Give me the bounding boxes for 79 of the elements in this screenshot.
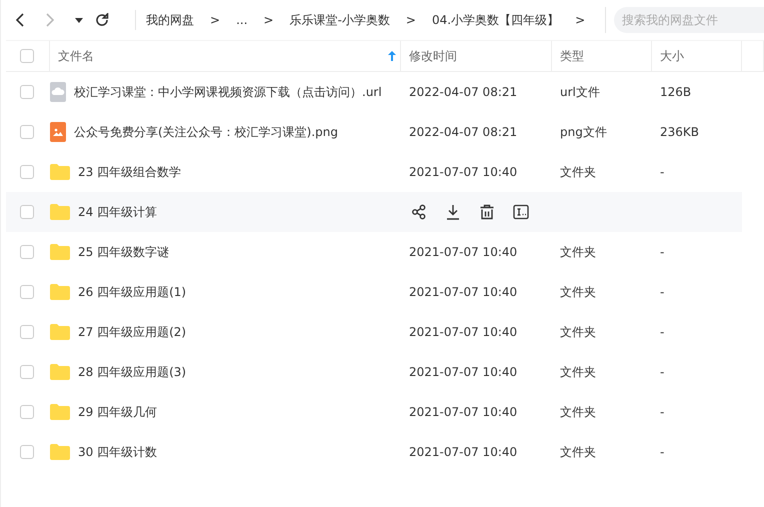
modified-time: 2021-07-07 10:40 xyxy=(408,245,518,259)
row-checkbox[interactable] xyxy=(20,325,34,339)
column-header[interactable]: 文件名 xyxy=(58,48,400,64)
breadcrumb-separator: > xyxy=(575,13,586,27)
file-row[interactable]: 25 四年级数字谜 2021-07-07 10:40 文件夹 - xyxy=(6,232,742,272)
file-name[interactable]: 27 四年级应用题(2) xyxy=(78,324,186,340)
row-checkbox[interactable] xyxy=(20,85,34,99)
file-name[interactable]: 校汇学习课堂：中小学网课视频资源下载（点击访问）.url xyxy=(74,84,382,100)
breadcrumb-separator: > xyxy=(210,13,220,27)
row-checkbox[interactable] xyxy=(20,285,34,299)
file-type: 文件夹 xyxy=(559,244,597,260)
modified-time: 2021-07-07 10:40 xyxy=(408,445,518,459)
search-field[interactable]: 搜索我的网盘文件 xyxy=(614,7,764,33)
file-type: 文件夹 xyxy=(559,444,597,460)
breadcrumb-separator: > xyxy=(264,13,274,27)
trash-icon[interactable] xyxy=(479,204,495,220)
breadcrumb-link[interactable]: ... xyxy=(236,13,248,27)
file-type: png文件 xyxy=(559,124,608,140)
rename-icon[interactable] xyxy=(513,204,529,220)
file-name[interactable]: 24 四年级计算 xyxy=(78,204,158,220)
file-size: - xyxy=(659,285,666,299)
file-size: - xyxy=(659,445,666,459)
breadcrumb-link[interactable]: 我的网盘 xyxy=(146,12,194,28)
file-type: url文件 xyxy=(559,84,601,100)
share-icon[interactable] xyxy=(411,204,427,220)
file-row[interactable]: 26 四年级应用题(1) 2021-07-07 10:40 文件夹 - xyxy=(6,272,742,312)
row-checkbox[interactable] xyxy=(20,205,34,219)
file-type: 文件夹 xyxy=(559,324,597,340)
file-row[interactable]: 29 四年级几何 2021-07-07 10:40 文件夹 - xyxy=(6,392,742,432)
row-checkbox[interactable] xyxy=(20,445,34,459)
row-checkbox[interactable] xyxy=(20,405,34,419)
file-row[interactable]: 27 四年级应用题(2) 2021-07-07 10:40 文件夹 - xyxy=(6,312,742,352)
row-checkbox[interactable] xyxy=(20,165,34,179)
modified-time: 2021-07-07 10:40 xyxy=(408,405,518,419)
refresh-icon[interactable] xyxy=(95,13,109,27)
file-size: - xyxy=(659,165,666,179)
file-size: 126B xyxy=(659,85,692,99)
file-name[interactable]: 23 四年级组合数学 xyxy=(78,164,182,180)
file-name[interactable]: 30 四年级计数 xyxy=(78,444,158,460)
file-name[interactable]: 28 四年级应用题(3) xyxy=(78,364,186,380)
file-name[interactable]: 26 四年级应用题(1) xyxy=(78,284,186,300)
column-header[interactable]: 修改时间 xyxy=(409,48,551,64)
breadcrumb-separator: > xyxy=(406,13,416,27)
file-row[interactable]: 公众号免费分享(关注公众号：校汇学习课堂).png 2022-04-07 08:21 png文件 236KB xyxy=(6,112,742,152)
file-type: 文件夹 xyxy=(559,404,597,420)
file-size: - xyxy=(659,245,666,259)
modified-time: 2022-04-07 08:21 xyxy=(408,85,518,99)
file-type: 文件夹 xyxy=(559,364,597,380)
download-icon[interactable] xyxy=(445,204,461,220)
file-row[interactable]: 30 四年级计数 2021-07-07 10:40 文件夹 - xyxy=(6,432,742,472)
file-row[interactable]: 校汇学习课堂：中小学网课视频资源下载（点击访问）.url 2022-04-07 08:21 url文件 126B xyxy=(6,72,742,112)
dropdown-caret-icon[interactable] xyxy=(75,18,83,22)
file-row[interactable]: 28 四年级应用题(3) 2021-07-07 10:40 文件夹 - xyxy=(6,352,742,392)
row-checkbox[interactable] xyxy=(20,125,34,139)
breadcrumb-link[interactable]: 乐乐课堂-小学奥数 xyxy=(290,12,390,28)
file-size: - xyxy=(659,325,666,339)
file-row[interactable]: 24 四年级计算 xyxy=(6,192,742,232)
modified-time: 2021-07-07 10:40 xyxy=(408,165,518,179)
modified-time: 2021-07-07 10:40 xyxy=(408,285,518,299)
file-type: 文件夹 xyxy=(559,284,597,300)
modified-time: 2022-04-07 08:21 xyxy=(408,125,518,139)
file-name[interactable]: 公众号免费分享(关注公众号：校汇学习课堂).png xyxy=(74,124,338,140)
row-checkbox[interactable] xyxy=(20,245,34,259)
file-size: - xyxy=(659,405,666,419)
breadcrumb-link[interactable]: 04.小学奥数【四年级】 xyxy=(432,12,560,28)
select-all-checkbox[interactable] xyxy=(20,49,34,63)
file-row[interactable]: 23 四年级组合数学 2021-07-07 10:40 文件夹 - xyxy=(6,152,742,192)
file-name[interactable]: 25 四年级数字谜 xyxy=(78,244,170,260)
file-size: - xyxy=(659,365,666,379)
column-header[interactable]: 类型 xyxy=(560,48,651,64)
file-size: 236KB xyxy=(659,125,700,139)
modified-time: 2021-07-07 10:40 xyxy=(408,365,518,379)
row-checkbox[interactable] xyxy=(20,365,34,379)
file-type: 文件夹 xyxy=(559,164,597,180)
column-header[interactable]: 大小 xyxy=(660,48,741,64)
forward-icon[interactable] xyxy=(45,13,55,27)
modified-time: 2021-07-07 10:40 xyxy=(408,325,518,339)
back-icon[interactable] xyxy=(15,13,25,27)
file-name[interactable]: 29 四年级几何 xyxy=(78,404,158,420)
